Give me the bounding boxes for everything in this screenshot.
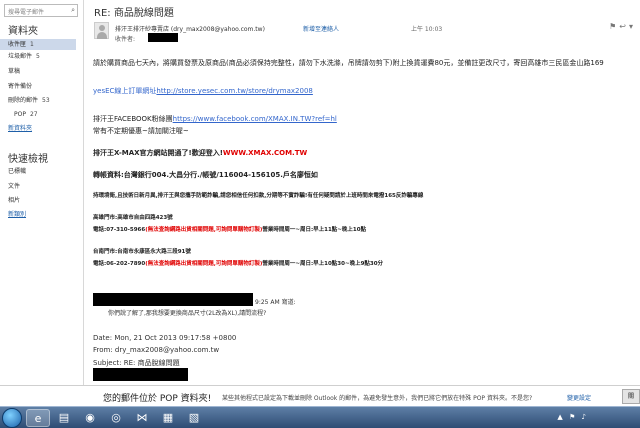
facebook-link[interactable]: https://www.facebook.com/XMAX.IN.TW?ref=…: [173, 115, 337, 123]
folder-label: 寄件備份: [8, 83, 33, 90]
sidebar: 搜尋電子郵件 ⌕ 資料夾 收件匣 1 垃圾郵件 5 草稿 寄件備份 刪除的郵件 53 …: [0, 0, 84, 385]
store1-hours: 營業時間周一~周日:早上11點~晚上10點: [262, 227, 367, 233]
store1-name: 高雄門市:高雄市自由四路423號: [93, 215, 173, 221]
taskbar: e ▤ ◉ ◎ ⋈ ▦ ▧ ▲ ⚑ ♪: [0, 406, 640, 428]
recipient-line: 收件者:: [115, 34, 135, 43]
search-placeholder: 搜尋電子郵件: [8, 9, 45, 16]
search-input[interactable]: 搜尋電子郵件 ⌕: [4, 4, 78, 17]
folder-label: 草稿: [8, 68, 21, 75]
folder-pop[interactable]: POP 27: [14, 109, 90, 120]
change-settings-link[interactable]: 變更設定: [567, 393, 591, 402]
website-link[interactable]: WWW.XMAX.COM.TW: [223, 149, 307, 157]
store1-contact: 電話:07-310-5966(無法查詢網路出貨相關問題,可詢問單購物訂製)營業時…: [93, 225, 366, 233]
pop-title: 您的郵件位於 POP 資料夾!: [103, 394, 212, 404]
folder-label: 收件匣: [8, 41, 27, 48]
reply-icon[interactable]: ↩: [619, 22, 629, 31]
store2-phone: 電話:06-202-7890: [93, 261, 146, 267]
quoted-time: 9:25 AM 寫道:: [255, 299, 296, 306]
header-subject: Subject: RE: 商品脫線問題: [93, 359, 180, 367]
sender-line[interactable]: 排汗王排汗紗專賣店 (dry_max2008@yahoo.com.tw): [115, 24, 265, 33]
folders-heading: 資料夾: [8, 26, 38, 37]
quick-view-heading: 快速檢視: [8, 154, 48, 165]
avatar-body: [97, 32, 107, 39]
store2-hours: 營業時間周一~周日:早上10點30~晚上9點30分: [262, 261, 384, 267]
header-date: Date: Mon, 21 Oct 2013 09:17:58 +0800: [93, 334, 237, 342]
body-facebook: 排汗王FACEBOOK粉絲團https://www.facebook.com/X…: [93, 114, 337, 124]
folder-count: 27: [29, 111, 38, 118]
app-icon[interactable]: ▧: [182, 409, 206, 427]
store2-name: 台南門市:台南市永康區永大路三段91號: [93, 249, 191, 255]
quick-photos[interactable]: 相片: [8, 195, 84, 206]
quoted-text: 你們說了解了,那我想要更換商品尺寸(2L改為XL),請問流程?: [108, 310, 267, 317]
website-label: 排汗王X-MAX官方網站開通了!歡迎登入!: [93, 149, 223, 157]
body-facebook-note: 常有不定期優惠~請加關注喔~: [93, 127, 189, 135]
vmware-icon[interactable]: ▦: [156, 409, 180, 427]
body-fraud-warning: 持環境衛,且技術日新月異,排汗王與您攜手防範詐騙,請您相信任何扣款,分期等不實詐…: [93, 193, 424, 199]
folder-deleted[interactable]: 刪除的郵件 53: [8, 95, 84, 106]
quick-documents[interactable]: 文件: [8, 181, 84, 192]
folder-label: 刪除的郵件: [8, 97, 39, 104]
folder-drafts[interactable]: 草稿: [8, 66, 84, 77]
start-button[interactable]: [2, 408, 22, 428]
body-website: 排汗王X-MAX官方網站開通了!歡迎登入!WWW.XMAX.COM.TW: [93, 148, 307, 158]
store2-note: (無法查詢網路出貨相關問題,可詢問單購物訂製): [145, 261, 263, 267]
store2-contact: 電話:06-202-7890(無法查詢網路出貨相關問題,可詢問單購物訂製)營業時…: [93, 259, 383, 267]
folder-junk[interactable]: 垃圾郵件 5: [8, 51, 84, 62]
visual-studio-icon[interactable]: ⋈: [130, 409, 154, 427]
folder-count: 5: [36, 53, 40, 60]
search-icon[interactable]: ⌕: [71, 6, 75, 15]
sender-avatar: [94, 22, 109, 39]
redaction-block: [93, 368, 188, 381]
redaction-block: [148, 33, 178, 42]
avatar-head: [99, 25, 105, 31]
body-return-policy: 請於購買商品七天內，將購買發票及原商品(商品必須保持完整性，請勿下水洗滌，吊牌請…: [93, 59, 604, 67]
folder-label: 垃圾郵件: [8, 53, 33, 60]
ie-icon[interactable]: e: [26, 409, 50, 427]
body-transfer: 轉帳資料:台灣銀行004.大昌分行./帳號/116004-156105.戶名廖恒…: [93, 171, 318, 179]
add-contact-link[interactable]: 新增至連絡人: [303, 24, 339, 33]
yesec-link[interactable]: http://store.yesec.com.tw/store/drymax20…: [156, 87, 312, 95]
folder-inbox[interactable]: 收件匣 1: [0, 39, 76, 50]
folder-label: POP: [14, 111, 26, 118]
message-subject: RE: 商品脫線問題: [94, 8, 174, 19]
reading-pane: RE: 商品脫線問題 排汗王排汗紗專賣店 (dry_max2008@yahoo.…: [85, 0, 640, 385]
redaction-block: [93, 293, 253, 306]
folder-count: 53: [42, 97, 50, 104]
dismiss-button[interactable]: 關: [622, 389, 640, 404]
store1-phone: 電話:07-310-5966: [93, 227, 146, 233]
store1-note: (無法查詢網路出貨相關問題,可詢問單購物訂製): [145, 227, 263, 233]
new-folder-link[interactable]: 新資料夾: [8, 123, 84, 134]
pop-folder-notification: 您的郵件位於 POP 資料夾! 某些其他程式已設定為下載並刪除 Outlook …: [0, 385, 640, 406]
message-time: 上午 10:03: [411, 26, 443, 33]
header-from: From: dry_max2008@yahoo.com.tw: [93, 346, 220, 354]
system-tray-icons[interactable]: ▲ ⚑ ♪: [557, 413, 588, 421]
flag-icon[interactable]: ⚑: [609, 22, 619, 31]
chrome-icon[interactable]: ◎: [104, 409, 128, 427]
pop-description: 某些其他程式已設定為下載並刪除 Outlook 的郵件，為避免發生意外，我們已將…: [222, 395, 533, 402]
quick-flagged[interactable]: 已標幟: [8, 166, 84, 177]
body-yesec: yesEC線上訂單網址http://store.yesec.com.tw/sto…: [93, 86, 313, 96]
message-actions[interactable]: ⚑↩▾: [609, 22, 636, 31]
yesec-label: yesEC線上訂單網址: [93, 87, 157, 95]
folder-count: 1: [30, 41, 34, 48]
to-label: 收件者:: [115, 36, 136, 43]
folder-sent[interactable]: 寄件備份: [8, 81, 84, 92]
more-icon[interactable]: ▾: [629, 22, 636, 31]
firefox-icon[interactable]: ◉: [78, 409, 102, 427]
new-category-link[interactable]: 新類別: [8, 209, 84, 220]
outlook-window: 搜尋電子郵件 ⌕ 資料夾 收件匣 1 垃圾郵件 5 草稿 寄件備份 刪除的郵件 53 …: [0, 0, 640, 428]
facebook-label: 排汗王FACEBOOK粉絲團: [93, 115, 173, 123]
explorer-icon[interactable]: ▤: [52, 409, 76, 427]
